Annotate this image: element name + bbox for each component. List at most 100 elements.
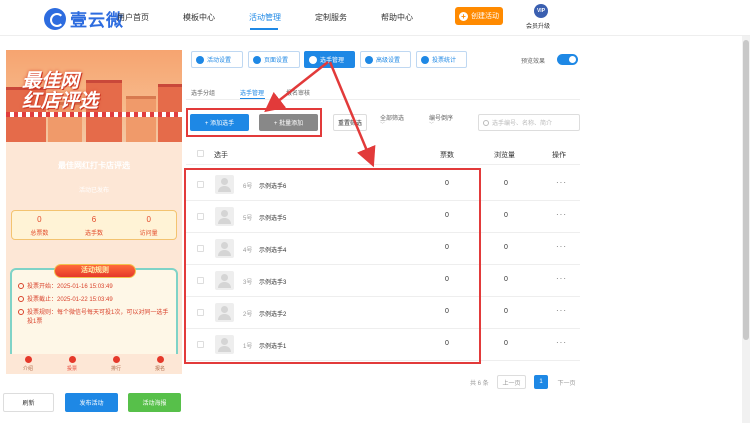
rule-text: 投票开始：2025-01-16 15:03:49 xyxy=(27,284,113,290)
chevron-down-icon: ﹀ xyxy=(380,122,386,128)
reset-filter-button[interactable]: 重置筛选 xyxy=(333,114,367,131)
column-votes: 票数 xyxy=(440,152,454,159)
create-activity-button[interactable]: + 创建活动 xyxy=(455,7,503,25)
mobile-preview: 最佳网 红店评选 最佳网红打卡店评选 活动已发布 0 总票数 6 选手数 0 访… xyxy=(6,50,182,374)
preview-tab-signup[interactable]: 报名 xyxy=(138,354,182,374)
toolbar-label: 选手管理 xyxy=(320,58,345,64)
signup-icon xyxy=(156,356,164,363)
preview-stats: 0 总票数 6 选手数 0 访问量 xyxy=(11,210,177,240)
tab-page-settings[interactable]: 页面设置 xyxy=(248,51,300,68)
rule-start: 投票开始：2025-01-16 15:03:49 xyxy=(18,283,113,292)
preview-tab-label: 排行 xyxy=(110,366,121,372)
publish-activity-button[interactable]: 发布活动 xyxy=(65,393,118,412)
preview-tab-label: 报名 xyxy=(154,366,165,372)
rule-vote: 投票规则：每个微信号每天可投1次，可以对同一选手投1票 xyxy=(18,309,174,327)
banner-building xyxy=(126,96,156,142)
search-input[interactable]: 选手编号、名称、简介 xyxy=(478,114,580,131)
rules-title: 活动规则 xyxy=(54,264,136,278)
player-views: 0 xyxy=(504,276,508,283)
rule-end: 投票截止：2025-01-22 15:03:49 xyxy=(18,296,113,305)
stat-value: 0 xyxy=(37,215,42,224)
more-actions-icon[interactable]: ··· xyxy=(556,242,567,251)
tab-advanced-settings[interactable]: 高级设置 xyxy=(360,51,411,68)
sort-dropdown[interactable]: 编号倒序 ﹀ xyxy=(429,113,453,128)
subtab-player-groups[interactable]: 选手分组 xyxy=(191,88,215,97)
subtab-signup-review[interactable]: 报名审核 xyxy=(286,88,310,97)
toolbar-label: 页面设置 xyxy=(264,58,289,64)
vip-upgrade-label[interactable]: 会员升级 xyxy=(526,21,550,30)
player-views: 0 xyxy=(504,308,508,315)
prev-page-button[interactable]: 上一页 xyxy=(497,375,526,389)
player-views: 0 xyxy=(504,212,508,219)
filter-all-dropdown[interactable]: 全部筛选 ﹀ xyxy=(380,113,404,128)
chevron-down-icon: ﹀ xyxy=(429,122,435,128)
pagination-total: 共 6 条 xyxy=(470,381,489,387)
chart-icon xyxy=(421,55,429,64)
logo[interactable]: 壹云微 xyxy=(44,6,124,31)
refresh-button[interactable]: 刷新 xyxy=(3,393,54,412)
rule-text: 投票截止：2025-01-22 15:03:49 xyxy=(27,297,113,303)
subtab-active-underline xyxy=(240,98,265,99)
next-page-button[interactable]: 下一页 xyxy=(553,375,580,389)
toolbar-label: 投票统计 xyxy=(432,58,457,64)
nav-item-custom[interactable]: 定制服务 xyxy=(315,12,347,23)
vip-icon[interactable]: VIP xyxy=(534,4,548,18)
more-actions-icon[interactable]: ··· xyxy=(556,306,567,315)
stat-value: 6 xyxy=(91,215,97,224)
more-actions-icon[interactable]: ··· xyxy=(556,210,567,219)
subtab-player-management[interactable]: 选手管理 xyxy=(240,88,264,97)
nav-item-activities[interactable]: 活动管理 xyxy=(249,12,281,23)
top-bar: 壹云微 用户首页 模板中心 活动管理 定制服务 帮助中心 + 创建活动 VIP … xyxy=(0,0,750,36)
vote-icon xyxy=(68,356,76,363)
player-views: 0 xyxy=(504,340,508,347)
nav-item-help[interactable]: 帮助中心 xyxy=(381,12,413,23)
highlight-box-actions xyxy=(186,108,322,137)
rank-icon xyxy=(112,356,120,363)
logo-icon xyxy=(44,7,66,30)
stat-total-votes: 0 总票数 xyxy=(12,211,67,239)
toolbar-label: 活动设置 xyxy=(207,58,232,64)
table-header: 选手 票数 浏览量 操作 xyxy=(186,143,580,165)
stat-label: 总票数 xyxy=(30,231,49,237)
preview-tab-rank[interactable]: 排行 xyxy=(94,354,138,374)
preview-tab-label: 投票 xyxy=(66,366,77,372)
select-all-checkbox[interactable] xyxy=(197,150,204,157)
banner-title-line: 最佳网 xyxy=(22,71,80,92)
page-1-button[interactable]: 1 xyxy=(534,375,548,389)
nav-item-templates[interactable]: 模板中心 xyxy=(183,12,215,23)
preview-tab-vote[interactable]: 投票 xyxy=(50,354,94,374)
column-ops: 操作 xyxy=(552,152,566,159)
clock-icon xyxy=(18,296,24,302)
clock-icon xyxy=(18,283,24,289)
banner-title-line: 红店评选 xyxy=(22,91,99,112)
tab-activity-settings[interactable]: 活动设置 xyxy=(191,51,243,68)
more-actions-icon[interactable]: ··· xyxy=(556,338,567,347)
preview-toggle-label: 预览效果 xyxy=(521,59,546,65)
tab-vote-statistics[interactable]: 投票统计 xyxy=(416,51,467,68)
settings-icon xyxy=(196,55,204,64)
nav-active-underline xyxy=(250,28,278,30)
stat-label: 选手数 xyxy=(85,231,104,237)
advanced-icon xyxy=(365,55,373,64)
stat-visits: 0 访问量 xyxy=(121,211,176,239)
more-actions-icon[interactable]: ··· xyxy=(556,274,567,283)
column-player: 选手 xyxy=(214,152,228,159)
page-icon xyxy=(253,55,261,64)
highlight-box-player-list xyxy=(184,168,481,364)
banner-awning xyxy=(6,112,182,117)
logo-text: 壹云微 xyxy=(70,11,124,30)
search-icon xyxy=(483,119,489,126)
page-scrollbar-thumb[interactable] xyxy=(743,40,749,340)
player-views: 0 xyxy=(504,180,508,187)
activity-poster-button[interactable]: 活动海报 xyxy=(128,393,181,412)
rule-text: 投票规则：每个微信号每天可投1次，可以对同一选手投1票 xyxy=(27,310,169,325)
preview-tab-intro[interactable]: 介绍 xyxy=(6,354,50,374)
tab-player-management[interactable]: 选手管理 xyxy=(304,51,355,68)
create-activity-label: 创建活动 xyxy=(471,13,499,20)
preview-activity-status: 活动已发布 xyxy=(78,188,109,194)
banner-title: 最佳网 红店评选 xyxy=(22,72,98,112)
preview-tabbar: 介绍 投票 排行 报名 xyxy=(6,354,182,374)
preview-toggle[interactable] xyxy=(557,54,578,65)
more-actions-icon[interactable]: ··· xyxy=(556,178,567,187)
nav-item-home[interactable]: 用户首页 xyxy=(117,12,149,23)
